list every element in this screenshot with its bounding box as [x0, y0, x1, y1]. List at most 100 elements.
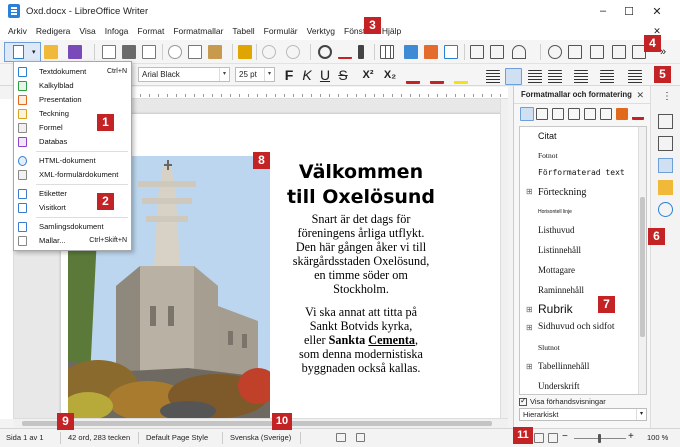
- sidebar-menu-icon[interactable]: ⋮: [660, 90, 674, 104]
- footnote-icon[interactable]: [568, 45, 582, 59]
- style-item[interactable]: Rubrik: [538, 302, 573, 316]
- special-character-icon[interactable]: [512, 45, 526, 59]
- style-filter-select[interactable]: Hierarkiskt ▾: [519, 408, 647, 421]
- gallery-deck-icon[interactable]: [658, 180, 673, 195]
- align-left-icon[interactable]: [486, 70, 500, 84]
- export-pdf-icon[interactable]: [102, 45, 116, 59]
- document-horizontal-scrollbar[interactable]: [14, 418, 508, 428]
- menu-item-databas[interactable]: Databas: [14, 135, 131, 148]
- chevron-down-icon[interactable]: ▾: [264, 68, 274, 81]
- document-heading[interactable]: Välkommen till Oxelösund: [277, 160, 445, 210]
- toolbar-overflow-icon[interactable]: »: [660, 45, 674, 59]
- frame-styles-icon[interactable]: [552, 108, 564, 120]
- subscript-button[interactable]: X₂: [380, 67, 400, 83]
- styles-deck-icon[interactable]: [658, 158, 673, 173]
- expand-icon[interactable]: ⊞: [526, 187, 533, 196]
- document-modified-icon[interactable]: [356, 433, 365, 442]
- sidebar-close-button[interactable]: ✕: [636, 86, 644, 104]
- save-icon[interactable]: [68, 45, 82, 59]
- menu-hjalp[interactable]: Hjälp: [382, 26, 401, 36]
- page-styles-icon[interactable]: [568, 108, 580, 120]
- multi-page-view-icon[interactable]: [534, 433, 544, 443]
- menu-format[interactable]: Format: [137, 26, 164, 36]
- preview-checkbox[interactable]: Visa förhandsvisningar: [519, 396, 606, 406]
- style-item[interactable]: Fotnot: [538, 151, 558, 160]
- numbered-list-icon[interactable]: [600, 70, 614, 84]
- navigator-deck-icon[interactable]: [658, 202, 673, 217]
- clear-formatting-icon[interactable]: [406, 70, 420, 84]
- expand-icon[interactable]: ⊞: [526, 362, 533, 371]
- document-vertical-scrollbar[interactable]: [500, 99, 508, 418]
- font-color-icon[interactable]: [430, 70, 444, 84]
- align-right-icon[interactable]: [528, 70, 542, 84]
- list-styles-icon[interactable]: [584, 108, 596, 120]
- new-document-dropdown-button[interactable]: ▾: [4, 42, 41, 62]
- insert-textbox-icon[interactable]: [444, 45, 458, 59]
- insert-field-icon[interactable]: [490, 45, 504, 59]
- menu-verktyg[interactable]: Verktyg: [307, 26, 335, 36]
- document-body[interactable]: Snart är det dags för föreningens årliga…: [277, 212, 445, 384]
- cut-icon[interactable]: [168, 45, 182, 59]
- style-item[interactable]: Horisontell linje: [538, 209, 572, 215]
- checkbox-checked-icon[interactable]: [519, 396, 527, 406]
- chevron-down-icon[interactable]: ▾: [219, 68, 229, 81]
- menu-item-textdokument[interactable]: Textdokument Ctrl+N: [14, 65, 131, 78]
- status-page[interactable]: Sida 1 av 1: [6, 433, 44, 442]
- page-deck-icon[interactable]: [658, 136, 673, 151]
- menu-item-presentation[interactable]: Presentation: [14, 93, 131, 106]
- style-item[interactable]: Listhuvud: [538, 225, 575, 235]
- style-list[interactable]: Citat Fotnot Förformaterad text ⊞ Förtec…: [519, 126, 647, 395]
- comment-icon[interactable]: [590, 45, 604, 59]
- chevron-down-icon[interactable]: ▾: [636, 409, 646, 420]
- justify-icon[interactable]: [548, 70, 562, 84]
- status-language[interactable]: Svenska (Sverige): [230, 433, 291, 442]
- spellcheck-icon[interactable]: [338, 45, 352, 59]
- paragraph-styles-icon[interactable]: [520, 107, 534, 121]
- status-page-style[interactable]: Default Page Style: [146, 433, 208, 442]
- highlight-color-icon[interactable]: [454, 70, 468, 84]
- style-item[interactable]: Förteckning: [538, 187, 586, 198]
- vertical-ruler[interactable]: [0, 99, 14, 419]
- open-folder-icon[interactable]: [44, 45, 58, 59]
- style-item[interactable]: Slutnot: [538, 343, 560, 352]
- underline-button[interactable]: U: [317, 67, 333, 83]
- menu-item-samlingsdokument[interactable]: Samlingsdokument: [14, 220, 131, 233]
- menu-formular[interactable]: Formulär: [264, 26, 298, 36]
- font-name-box[interactable]: Arial Black ▾: [138, 67, 230, 82]
- page-break-icon[interactable]: [470, 45, 484, 59]
- print-icon[interactable]: [122, 45, 136, 59]
- formatting-marks-icon[interactable]: [358, 45, 364, 59]
- track-changes-icon[interactable]: [612, 45, 626, 59]
- menu-tabell[interactable]: Tabell: [232, 26, 254, 36]
- status-word-count[interactable]: 42 ord, 283 tecken: [68, 433, 130, 442]
- paste-icon[interactable]: [208, 45, 222, 59]
- redo-icon[interactable]: [286, 45, 300, 59]
- menu-item-kalkylblad[interactable]: Kalkylblad: [14, 79, 131, 92]
- new-style-icon[interactable]: [632, 108, 644, 120]
- style-item[interactable]: Underskrift: [538, 381, 580, 391]
- selection-mode-icon[interactable]: [336, 433, 346, 442]
- strikethrough-button[interactable]: S: [335, 67, 351, 83]
- superscript-button[interactable]: X²: [358, 67, 378, 83]
- clone-formatting-icon[interactable]: [238, 45, 252, 59]
- copy-icon[interactable]: [188, 45, 202, 59]
- align-center-icon[interactable]: [505, 68, 522, 85]
- zoom-slider-handle[interactable]: [598, 434, 601, 443]
- hyperlink-icon[interactable]: [548, 45, 562, 59]
- zoom-out-button[interactable]: −: [562, 431, 568, 442]
- properties-deck-icon[interactable]: [658, 114, 673, 129]
- insert-chart-icon[interactable]: [424, 45, 438, 59]
- menu-item-html-dokument[interactable]: HTML-dokument: [14, 154, 131, 167]
- close-window-button[interactable]: ✕: [642, 0, 672, 22]
- bullet-list-icon[interactable]: [574, 70, 588, 84]
- find-replace-icon[interactable]: [318, 45, 332, 59]
- character-styles-icon[interactable]: [536, 108, 548, 120]
- expand-icon[interactable]: ⊞: [526, 305, 533, 314]
- style-item[interactable]: Listinnehåll: [538, 245, 581, 255]
- menu-formatmallar[interactable]: Formatmallar: [173, 26, 223, 36]
- style-item[interactable]: Mottagare: [538, 265, 575, 275]
- fill-format-icon[interactable]: [616, 108, 628, 120]
- table-styles-icon[interactable]: [600, 108, 612, 120]
- insert-image-icon[interactable]: [404, 45, 418, 59]
- bold-button[interactable]: F: [281, 67, 297, 83]
